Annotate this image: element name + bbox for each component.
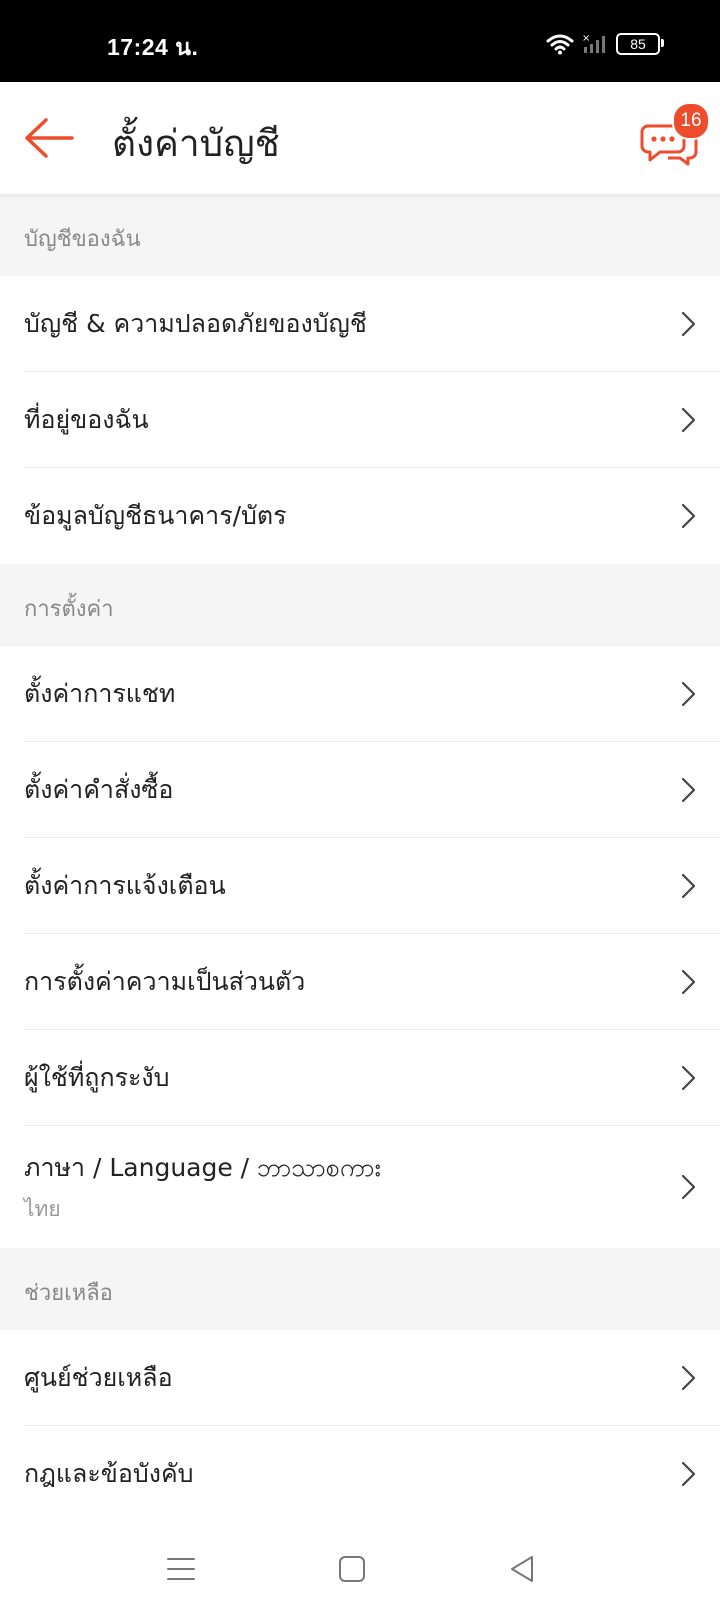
settings-item-label: ตั้งค่าการแจ้งเตือน <box>24 871 226 900</box>
section-title: การตั้งค่า <box>24 597 114 622</box>
settings-item-my-addresses[interactable]: ที่อยู่ของฉัน <box>0 372 720 468</box>
chevron-right-icon <box>681 873 696 899</box>
app-header: ตั้งค่าบัญชี 16 <box>0 82 720 194</box>
settings-item-privacy[interactable]: การตั้งค่าความเป็นส่วนตัว <box>0 934 720 1030</box>
settings-item-label: บัญชี & ความปลอดภัยของบัญชี <box>24 309 367 338</box>
settings-item-label: ที่อยู่ของฉัน <box>24 405 149 434</box>
settings-item-orders[interactable]: ตั้งค่าคำสั่งซื้อ <box>0 742 720 838</box>
back-nav-button[interactable] <box>508 1554 538 1584</box>
chevron-right-icon <box>681 681 696 707</box>
home-square-icon <box>339 1556 365 1582</box>
settings-item-label: กฎและข้อบังคับ <box>24 1459 194 1488</box>
chevron-right-icon <box>681 503 696 529</box>
status-bar: 17:24 น. × 85 <box>0 0 720 82</box>
settings-item-chat[interactable]: ตั้งค่าการแชท <box>0 646 720 742</box>
chevron-right-icon <box>681 1461 696 1487</box>
section-title: บัญชีของฉัน <box>24 227 141 252</box>
chevron-right-icon <box>681 311 696 337</box>
section-header-my-account: บัญชีของฉัน <box>0 194 720 276</box>
settings-item-blocked-users[interactable]: ผู้ใช้ที่ถูกระงับ <box>0 1030 720 1126</box>
chevron-right-icon <box>681 1365 696 1391</box>
settings-list: บัญชีของฉัน บัญชี & ความปลอดภัยของบัญชี … <box>0 194 720 1522</box>
settings-item-label: ข้อมูลบัญชีธนาคาร/บัตร <box>24 501 287 530</box>
settings-item-label: ตั้งค่าการแชท <box>24 679 176 708</box>
settings-item-help-center[interactable]: ศูนย์ช่วยเหลือ <box>0 1330 720 1426</box>
status-time: 17:24 น. <box>107 34 199 60</box>
settings-item-policies[interactable]: กฎและข้อบังคับ <box>0 1426 720 1522</box>
svg-text:×: × <box>582 33 590 44</box>
arrow-left-icon <box>25 118 74 158</box>
chevron-right-icon <box>681 407 696 433</box>
chevron-right-icon <box>681 1065 696 1091</box>
settings-item-language[interactable]: ภาษา / Language / ဘာသာစကား ไทย <box>0 1126 720 1248</box>
section-title: ช่วยเหลือ <box>24 1281 113 1306</box>
settings-item-bank-cards[interactable]: ข้อมูลบัญชีธนาคาร/บัตร <box>0 468 720 564</box>
status-icons: × 85 <box>546 32 664 56</box>
settings-item-notifications[interactable]: ตั้งค่าการแจ้งเตือน <box>0 838 720 934</box>
chevron-right-icon <box>681 1174 696 1200</box>
home-button[interactable] <box>337 1554 367 1584</box>
battery-level: 85 <box>630 36 646 52</box>
settings-item-account-security[interactable]: บัญชี & ความปลอดภัยของบัญชี <box>0 276 720 372</box>
chat-unread-badge: 16 <box>672 102 710 140</box>
section-header-settings: การตั้งค่า <box>0 564 720 646</box>
section-header-help: ช่วยเหลือ <box>0 1248 720 1330</box>
chevron-right-icon <box>681 777 696 803</box>
system-nav-bar <box>0 1520 720 1612</box>
back-button[interactable] <box>22 116 76 160</box>
chevron-right-icon <box>681 969 696 995</box>
back-triangle-icon <box>511 1556 533 1582</box>
settings-item-label: ตั้งค่าคำสั่งซื้อ <box>24 775 174 804</box>
wifi-icon <box>546 34 574 55</box>
settings-item-label: ผู้ใช้ที่ถูกระงับ <box>24 1063 170 1092</box>
signal-icon: × <box>582 33 605 53</box>
menu-icon <box>167 1558 195 1580</box>
settings-item-label: ศูนย์ช่วยเหลือ <box>24 1363 173 1392</box>
settings-item-label: การตั้งค่าความเป็นส่วนตัว <box>24 967 306 996</box>
recent-apps-button[interactable] <box>166 1554 196 1584</box>
settings-item-label: ภาษา / Language / ဘာသာစကား <box>24 1153 381 1182</box>
battery-icon: 85 <box>616 33 664 55</box>
page-title: ตั้งค่าบัญชี <box>112 122 280 165</box>
current-language-value: ไทย <box>24 1197 61 1221</box>
